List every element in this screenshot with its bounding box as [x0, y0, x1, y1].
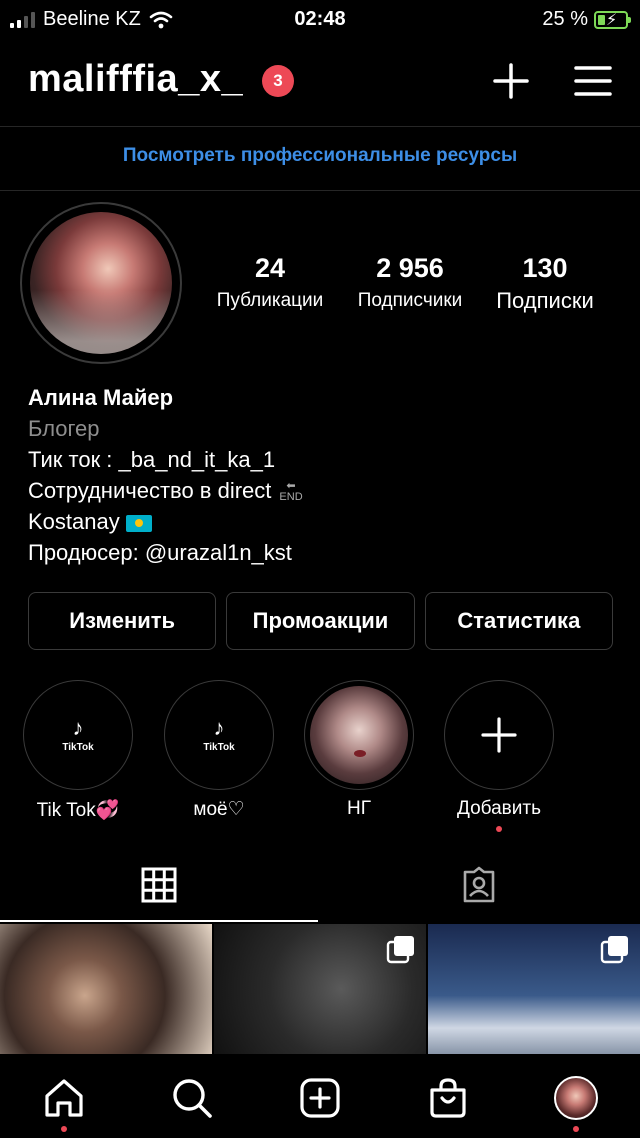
professional-resources-link[interactable]: Посмотреть профессиональные ресурсы — [0, 145, 640, 167]
bio-line: Тик ток : _ba_nd_it_ka_1 — [28, 447, 276, 472]
tagged-icon[interactable] — [460, 866, 498, 904]
profile-stats: 24 Публикации 2 956 Подписчики 130 Подпи… — [200, 253, 620, 314]
carousel-icon — [386, 936, 414, 964]
divider — [0, 190, 640, 191]
highlight-label: Добавить — [457, 798, 541, 819]
menu-icon[interactable] — [574, 64, 612, 98]
highlight-cover-text: TikTok — [62, 741, 94, 753]
divider — [0, 126, 640, 127]
post-thumbnail[interactable] — [428, 924, 640, 1054]
bottom-nav — [0, 1054, 640, 1138]
profile-avatar-icon — [554, 1076, 598, 1120]
plus-icon — [481, 717, 517, 753]
highlight-item[interactable]: ♪ TikTok Tik Tok💞 — [23, 680, 133, 822]
profile-bio: Алина Майер Блогер Тик ток : _ba_nd_it_k… — [28, 382, 303, 568]
highlight-label: Tik Tok💞 — [36, 800, 120, 821]
highlight-cover: ♪ TikTok — [164, 680, 274, 790]
add-highlight[interactable]: Добавить — [444, 680, 554, 832]
stat-value: 24 — [254, 253, 286, 283]
stat-label: Подписки — [496, 288, 594, 313]
home-dot — [61, 1126, 67, 1132]
promotions-button[interactable]: Промоакции — [226, 592, 415, 650]
highlight-label: НГ — [346, 798, 371, 819]
post-thumbnail[interactable] — [0, 924, 212, 1054]
tiktok-icon: ♪ — [213, 714, 225, 740]
stat-value: 2 956 — [376, 253, 444, 283]
avatar-photo — [30, 212, 172, 354]
bio-line-row: Сотрудничество в direct ⬅ END — [28, 475, 303, 506]
kazakhstan-flag-icon — [125, 514, 152, 532]
highlight-photo — [310, 686, 408, 784]
profile-header: malifffia_x_ 3 — [0, 52, 640, 112]
post-thumbnail[interactable] — [214, 924, 426, 1054]
edit-profile-button[interactable]: Изменить — [28, 592, 217, 650]
plus-icon[interactable] — [492, 62, 530, 100]
grid-icon[interactable] — [140, 866, 178, 904]
highlight-cover — [444, 680, 554, 790]
battery-icon: ⚡ — [594, 10, 631, 29]
shop-icon[interactable] — [426, 1076, 470, 1120]
highlight-item[interactable]: НГ — [304, 680, 414, 820]
status-right: 25 % ⚡ — [542, 8, 631, 31]
stat-posts[interactable]: 24 Публикации — [200, 253, 340, 314]
stat-value: 130 — [522, 253, 568, 283]
highlight-item[interactable]: ♪ TikTok моё♡ — [164, 680, 274, 821]
active-tab-indicator — [0, 920, 318, 922]
posts-grid — [0, 924, 640, 1054]
profile-actions: Изменить Промоакции Статистика — [28, 592, 613, 650]
bio-line[interactable]: Продюсер: @urazal1n_kst — [28, 537, 303, 568]
carousel-icon — [600, 936, 628, 964]
bio-line: Kostanay — [28, 509, 120, 534]
highlight-cover — [304, 680, 414, 790]
battery-percent: 25 % — [542, 8, 588, 30]
stat-label: Подписчики — [357, 290, 463, 311]
stat-label: Публикации — [216, 290, 324, 311]
stat-followers[interactable]: 2 956 Подписчики — [340, 253, 480, 314]
new-dot — [496, 826, 502, 832]
username-title[interactable]: malifffia_x_ — [28, 58, 243, 101]
notification-badge: 3 — [262, 65, 294, 97]
highlight-cover-text: TikTok — [203, 741, 235, 753]
highlight-label: моё♡ — [193, 799, 245, 820]
home-icon[interactable] — [42, 1076, 86, 1120]
profile-avatar[interactable] — [20, 202, 182, 364]
insights-button[interactable]: Статистика — [424, 592, 613, 650]
search-icon[interactable] — [170, 1076, 214, 1120]
profile-category: Блогер — [28, 416, 100, 441]
highlight-cover: ♪ TikTok — [23, 680, 133, 790]
tiktok-icon: ♪ — [72, 714, 84, 740]
profile-name: Алина Майер — [28, 385, 174, 410]
status-bar: Beeline KZ 02:48 25 % ⚡ — [0, 0, 640, 40]
profile-dot — [573, 1126, 579, 1132]
create-icon[interactable] — [298, 1076, 342, 1120]
profile-tab[interactable] — [554, 1076, 598, 1120]
stat-following[interactable]: 130 Подписки — [480, 253, 610, 314]
end-arrow-icon: ⬅ END — [279, 480, 303, 504]
bio-line-row: Kostanay — [28, 506, 303, 537]
bio-line: Сотрудничество в direct — [28, 478, 272, 503]
